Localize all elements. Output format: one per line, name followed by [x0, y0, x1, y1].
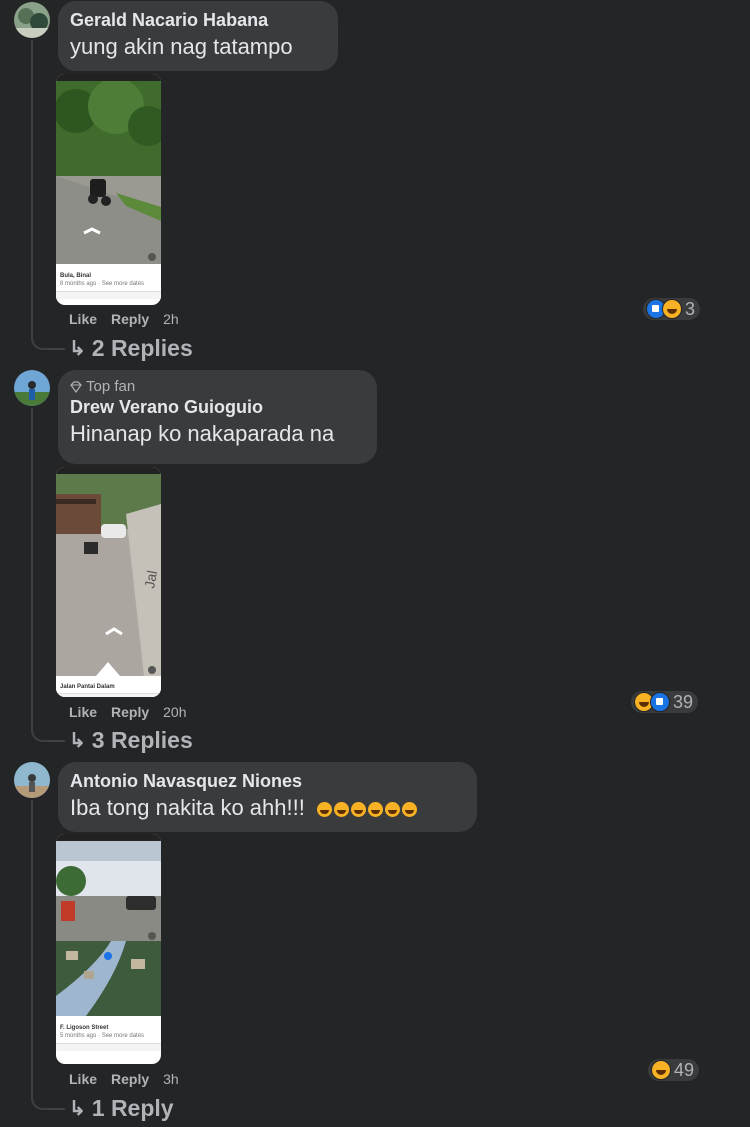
photo-caption: F. Ligoson Street: [60, 1025, 109, 1031]
reaction-count: 3: [685, 298, 696, 319]
thread-curve: [31, 1094, 65, 1110]
comment-author[interactable]: Drew Verano Guioguio: [70, 396, 365, 418]
comment-timestamp[interactable]: 3h: [163, 1071, 179, 1087]
thread-line: [31, 408, 33, 728]
street-view-image: Jal: [56, 474, 161, 676]
comment-text: yung akin nag tatampo: [70, 34, 293, 59]
comment-text-content: Iba tong nakita ko ahh!!!: [70, 795, 305, 820]
street-view-image: [56, 841, 161, 1016]
replies-label: 1 Reply: [91, 1095, 174, 1121]
reply-arrow-icon: ↳: [69, 730, 86, 752]
reaction-summary[interactable]: 49: [648, 1059, 700, 1081]
reply-arrow-icon: ↳: [69, 338, 86, 360]
reaction-summary[interactable]: 3: [643, 298, 701, 320]
photo-subcaption: 8 months ago · See more dates: [60, 281, 145, 287]
photo-subcaption: 5 months ago · See more dates: [60, 1033, 145, 1039]
top-fan-label: Top fan: [86, 378, 136, 395]
avatar[interactable]: [14, 762, 50, 798]
reply-arrow-icon: ↳: [69, 1098, 86, 1120]
comment-photo[interactable]: Bula, Binal 8 months ago · See more dates: [56, 74, 161, 305]
avatar[interactable]: [14, 370, 50, 406]
comment-actions: Like Reply 2h: [69, 311, 193, 327]
comment-bubble: Top fan Drew Verano Guioguio Hinanap ko …: [58, 370, 377, 464]
reply-button[interactable]: Reply: [111, 311, 149, 327]
reaction-summary[interactable]: 39: [631, 691, 699, 713]
comment-photo[interactable]: F. Ligoson Street 5 months ago · See more…: [56, 834, 161, 1064]
like-button[interactable]: Like: [69, 311, 97, 327]
reaction-count: 39: [673, 691, 694, 712]
haha-reaction-icon: [662, 299, 682, 319]
photo-caption: Jalan Pantai Dalam: [60, 684, 115, 690]
svg-text:Jal: Jal: [141, 569, 160, 589]
laughing-emoji-icon: [315, 795, 417, 820]
view-replies-button[interactable]: ↳ 2 Replies: [69, 335, 193, 362]
comment-text: Hinanap ko nakaparada na: [70, 421, 335, 446]
comment-bubble: Antonio Navasquez Niones Iba tong nakita…: [58, 762, 477, 832]
photo-caption: Bula, Binal: [60, 273, 92, 279]
view-replies-button[interactable]: ↳ 3 Replies: [69, 727, 193, 754]
reply-button[interactable]: Reply: [111, 1071, 149, 1087]
reply-button[interactable]: Reply: [111, 704, 149, 720]
comment-timestamp[interactable]: 2h: [163, 311, 179, 327]
like-reaction-icon: [650, 692, 670, 712]
comment-bubble: Gerald Nacario Habana yung akin nag tata…: [58, 1, 338, 71]
thread-curve: [31, 334, 65, 350]
view-replies-button[interactable]: ↳ 1 Reply: [69, 1095, 174, 1122]
thread-line: [31, 800, 33, 1096]
diamond-icon: [70, 381, 82, 393]
avatar[interactable]: [14, 2, 50, 38]
haha-reaction-icon: [651, 1060, 671, 1080]
comment-actions: Like Reply 20h: [69, 704, 201, 720]
comment-text: Iba tong nakita ko ahh!!!: [70, 794, 465, 822]
thread-line: [31, 40, 33, 336]
replies-label: 3 Replies: [91, 727, 193, 753]
comment-actions: Like Reply 3h: [69, 1071, 193, 1087]
comment-timestamp[interactable]: 20h: [163, 704, 186, 720]
top-fan-badge: Top fan: [70, 378, 365, 396]
thread-curve: [31, 726, 65, 742]
like-button[interactable]: Like: [69, 1071, 97, 1087]
reaction-count: 49: [674, 1059, 695, 1080]
comment-author[interactable]: Antonio Navasquez Niones: [70, 770, 465, 792]
comment-author[interactable]: Gerald Nacario Habana: [70, 9, 326, 31]
comment-photo[interactable]: Jal Jalan Pantai Dalam: [56, 467, 161, 697]
street-view-image: [56, 78, 161, 264]
replies-label: 2 Replies: [91, 335, 193, 361]
like-button[interactable]: Like: [69, 704, 97, 720]
